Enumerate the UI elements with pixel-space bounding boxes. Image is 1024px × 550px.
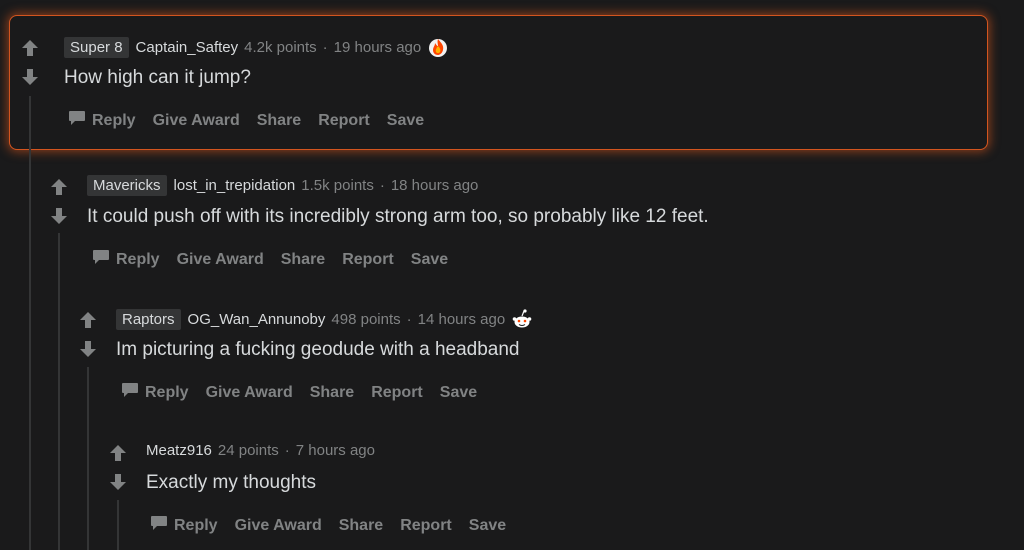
timestamp[interactable]: 19 hours ago	[334, 39, 422, 56]
downvote-arrow-icon[interactable]	[108, 472, 128, 492]
user-flair: Mavericks	[87, 175, 167, 196]
share-button[interactable]: Share	[339, 517, 383, 535]
reply-label: Reply	[174, 516, 218, 534]
reply-button[interactable]: Reply	[68, 110, 136, 131]
report-button[interactable]: Report	[342, 251, 394, 269]
points: 1.5k points	[301, 177, 374, 194]
thread-line[interactable]	[117, 500, 119, 550]
downvote-arrow-icon[interactable]	[49, 206, 69, 226]
downvote-arrow-icon[interactable]	[20, 67, 40, 87]
points: 4.2k points	[244, 38, 317, 56]
upvote-arrow-icon[interactable]	[108, 443, 128, 463]
comment-body: Exactly my thoughts	[146, 472, 317, 493]
points: 24 points	[217, 442, 279, 459]
save-button[interactable]: Save	[440, 384, 477, 402]
reply-icon	[92, 249, 110, 270]
vote-column	[49, 177, 69, 226]
author-link[interactable]: Captain_Saftey	[136, 39, 239, 56]
comment-actions: Reply Give Award Share Report Save	[121, 382, 494, 403]
timestamp[interactable]: 14 hours ago	[418, 311, 506, 328]
separator: ·	[406, 310, 412, 328]
separator: ·	[379, 177, 385, 194]
comment-meta: Raptors OG_Wan_Annunoby 498 points · 14 …	[116, 308, 533, 330]
comment-body: It could push off with its incredibly st…	[87, 206, 709, 227]
save-button[interactable]: Save	[411, 251, 448, 269]
give-award-button[interactable]: Give Award	[206, 384, 293, 402]
author-link[interactable]: OG_Wan_Annunoby	[188, 311, 326, 328]
report-button[interactable]: Report	[371, 384, 423, 402]
give-award-button[interactable]: Give Award	[153, 112, 240, 130]
separator: ·	[284, 442, 290, 459]
timestamp[interactable]: 18 hours ago	[391, 177, 479, 194]
share-button[interactable]: Share	[257, 112, 301, 130]
author-link[interactable]: lost_in_trepidation	[174, 177, 296, 194]
comment-actions: Reply Give Award Share Report Save	[68, 110, 441, 131]
comment-actions: Reply Give Award Share Report Save	[92, 249, 465, 270]
comment-meta: Meatz916 24 points · 7 hours ago	[146, 442, 375, 459]
upvote-arrow-icon[interactable]	[20, 38, 40, 58]
vote-column	[78, 310, 98, 359]
comment-body: How high can it jump?	[64, 67, 251, 88]
comment-meta: Super 8 Captain_Saftey 4.2k points · 19 …	[64, 36, 449, 58]
upvote-arrow-icon[interactable]	[78, 310, 98, 330]
share-button[interactable]: Share	[281, 251, 325, 269]
reply-label: Reply	[92, 111, 136, 129]
thread-line[interactable]	[58, 233, 60, 550]
vote-column	[108, 443, 128, 492]
comment-body: Im picturing a fucking geodude with a he…	[116, 339, 520, 360]
user-flair: Super 8	[64, 36, 129, 58]
downvote-arrow-icon[interactable]	[78, 339, 98, 359]
reply-icon	[68, 110, 86, 131]
timestamp[interactable]: 7 hours ago	[296, 442, 375, 459]
author-link[interactable]: Meatz916	[146, 442, 212, 459]
points: 498 points	[331, 310, 401, 328]
user-flair: Raptors	[116, 308, 181, 330]
reply-icon	[150, 515, 168, 536]
share-button[interactable]: Share	[310, 384, 354, 402]
reply-icon	[121, 382, 139, 403]
thread-line[interactable]	[29, 96, 31, 550]
save-button[interactable]: Save	[469, 517, 506, 535]
report-button[interactable]: Report	[318, 112, 370, 130]
comment-actions: Reply Give Award Share Report Save	[150, 515, 523, 536]
report-button[interactable]: Report	[400, 517, 452, 535]
reply-button[interactable]: Reply	[92, 249, 160, 270]
give-award-button[interactable]: Give Award	[177, 251, 264, 269]
reply-label: Reply	[145, 383, 189, 401]
give-award-button[interactable]: Give Award	[235, 517, 322, 535]
fire-award-icon[interactable]	[427, 36, 449, 58]
vote-column	[20, 38, 40, 87]
comment-meta: Mavericks lost_in_trepidation 1.5k point…	[87, 175, 478, 196]
save-button[interactable]: Save	[387, 112, 424, 130]
reply-button[interactable]: Reply	[150, 515, 218, 536]
snoo-award-icon[interactable]	[511, 308, 533, 330]
separator: ·	[322, 38, 328, 56]
upvote-arrow-icon[interactable]	[49, 177, 69, 197]
reply-label: Reply	[116, 250, 160, 268]
reply-button[interactable]: Reply	[121, 382, 189, 403]
thread-line[interactable]	[87, 367, 89, 550]
